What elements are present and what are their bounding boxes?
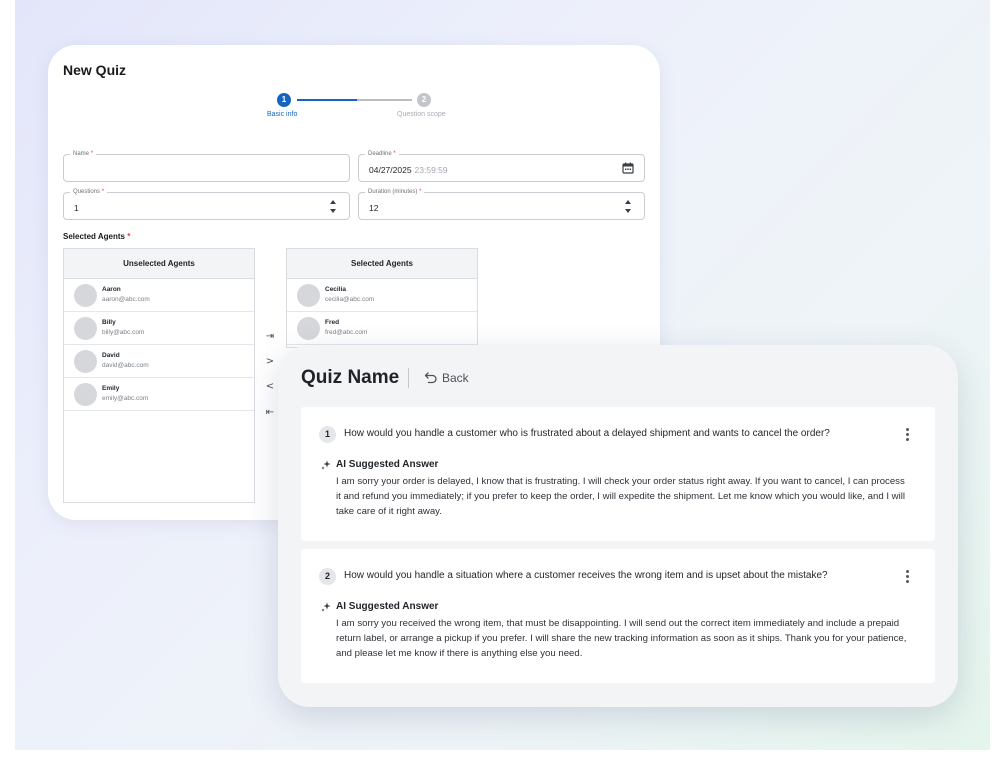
calendar-icon[interactable]	[622, 162, 634, 174]
ai-suggested-answer-text: I am sorry you received the wrong item, …	[336, 618, 907, 659]
question-card: 2 How would you handle a situation where…	[301, 549, 935, 683]
required-mark: *	[393, 151, 396, 157]
quiz-detail-panel: Quiz Name Back 1 How would you handle a …	[278, 345, 958, 707]
page-title: Quiz Name	[301, 367, 400, 388]
avatar	[297, 284, 320, 307]
increment-icon[interactable]	[330, 200, 336, 204]
step-connector-complete	[297, 99, 357, 101]
list-item[interactable]: Fred fred@abc.com	[287, 312, 477, 345]
required-mark: *	[90, 151, 94, 157]
avatar	[74, 284, 97, 307]
ai-suggested-answer-label: AI Suggested Answer	[336, 601, 439, 612]
deadline-field-label: Deadline	[368, 151, 392, 157]
list-item[interactable]: Billy billy@abc.com	[64, 312, 254, 345]
agent-name: Aaron	[102, 286, 121, 293]
dialog-title: New Quiz	[63, 62, 127, 78]
avatar	[297, 317, 320, 340]
question-number-badge: 2	[319, 568, 336, 585]
step-connector-pending	[357, 99, 412, 101]
decrement-icon[interactable]	[625, 209, 631, 213]
deadline-value[interactable]: 04/27/2025 23:59:59	[369, 165, 448, 175]
step-2-indicator[interactable]: 2	[417, 93, 431, 107]
decrement-icon[interactable]	[330, 209, 336, 213]
agent-email: cecilia@abc.com	[325, 296, 375, 303]
agent-name: David	[102, 352, 120, 359]
sparkle-icon	[321, 602, 331, 612]
list-item[interactable]: Emily emily@abc.com	[64, 378, 254, 411]
duration-input-value[interactable]: 12	[369, 203, 378, 213]
more-options-icon[interactable]	[905, 568, 911, 584]
duration-stepper	[625, 198, 632, 216]
agent-name: Billy	[102, 319, 116, 326]
move-left-button[interactable]: <	[262, 379, 278, 395]
avatar	[74, 317, 97, 340]
question-text: How would you handle a customer who is f…	[344, 428, 830, 439]
move-all-left-button[interactable]: ⇤	[262, 405, 278, 421]
step-2-label: Question scope	[397, 111, 446, 118]
name-field-label: Name	[73, 151, 90, 157]
back-label: Back	[442, 371, 469, 385]
stepper: 1 2 Basic info Question scope	[48, 93, 660, 123]
move-all-right-button[interactable]: ⇥	[262, 329, 278, 345]
selected-agents-heading: Selected Agents *	[63, 232, 131, 241]
list-item[interactable]: Aaron aaron@abc.com	[64, 279, 254, 312]
question-text: How would you handle a situation where a…	[344, 570, 828, 581]
ai-suggested-answer-text: I am sorry your order is delayed, I know…	[336, 476, 905, 517]
agent-email: emily@abc.com	[102, 395, 149, 402]
sparkle-icon	[321, 460, 331, 470]
deadline-field[interactable]: Deadline * 04/27/2025 23:59:59	[358, 150, 645, 182]
agent-email: billy@abc.com	[102, 329, 145, 336]
divider	[408, 368, 409, 388]
avatar	[74, 383, 97, 406]
selected-agents-list: Selected Agents Cecilia cecilia@abc.com …	[286, 248, 478, 348]
deadline-time: 23:59:59	[414, 165, 448, 175]
name-field[interactable]: Name *	[63, 150, 350, 182]
duration-field-label: Duration (minutes)	[368, 189, 418, 195]
list-item[interactable]: Cecilia cecilia@abc.com	[287, 279, 477, 312]
unselected-agents-list: Unselected Agents Aaron aaron@abc.com Bi…	[63, 248, 255, 503]
question-number-badge: 1	[319, 426, 336, 443]
duration-field[interactable]: Duration (minutes) * 12	[358, 188, 645, 220]
required-mark: *	[101, 189, 105, 195]
agent-name: Cecilia	[325, 286, 346, 293]
list-item[interactable]: David david@abc.com	[64, 345, 254, 378]
questions-stepper	[330, 198, 337, 216]
questions-field-label: Questions	[73, 189, 101, 195]
agent-email: david@abc.com	[102, 362, 149, 369]
questions-field[interactable]: Questions * 1	[63, 188, 350, 220]
back-button[interactable]: Back	[424, 369, 469, 387]
question-card: 1 How would you handle a customer who is…	[301, 407, 935, 541]
more-options-icon[interactable]	[905, 426, 911, 442]
unselected-agents-header: Unselected Agents	[64, 249, 254, 279]
step-1-label: Basic info	[267, 111, 298, 118]
agent-name: Fred	[325, 319, 340, 326]
deadline-date: 04/27/2025	[369, 165, 412, 175]
move-right-button[interactable]: >	[262, 354, 278, 370]
avatar	[74, 350, 97, 373]
undo-arrow-icon	[424, 372, 437, 384]
required-mark: *	[419, 189, 422, 195]
increment-icon[interactable]	[625, 200, 631, 204]
agent-name: Emily	[102, 385, 120, 392]
selected-agents-header: Selected Agents	[287, 249, 477, 279]
agent-email: fred@abc.com	[325, 329, 368, 336]
agent-email: aaron@abc.com	[102, 296, 150, 303]
questions-input-value[interactable]: 1	[74, 203, 79, 213]
ai-suggested-answer-label: AI Suggested Answer	[336, 459, 439, 470]
step-1-indicator[interactable]: 1	[277, 93, 291, 107]
